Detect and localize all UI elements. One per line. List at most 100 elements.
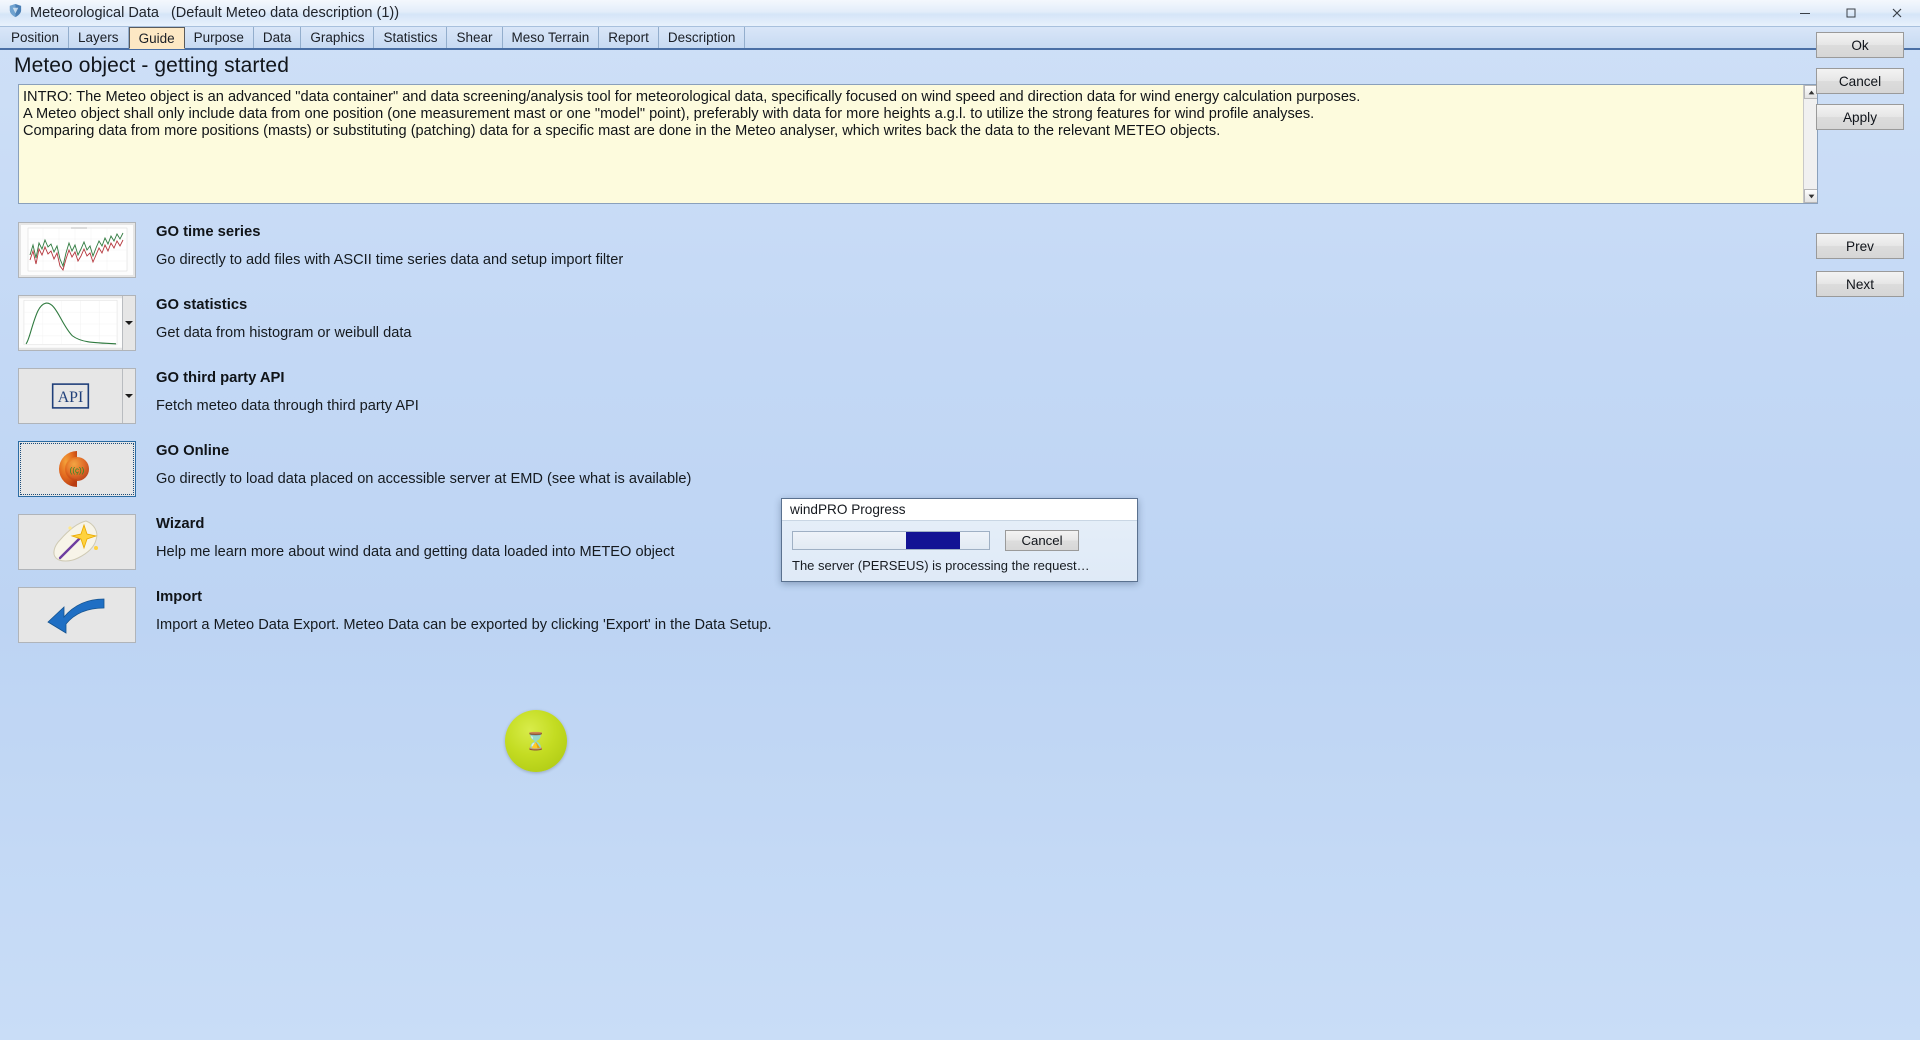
option-title: GO time series (156, 224, 261, 240)
tab-label: Report (608, 30, 649, 45)
cancel-button[interactable]: Cancel (1816, 68, 1904, 94)
dialog-action-buttons: Ok Cancel Apply (1816, 32, 1912, 140)
intro-textbox[interactable]: INTRO: The Meteo object is an advanced "… (18, 84, 1818, 204)
dialog-nav-buttons: Prev Next (1816, 233, 1912, 309)
next-button[interactable]: Next (1816, 271, 1904, 297)
progress-bar (792, 531, 990, 550)
apply-button-label: Apply (1842, 109, 1877, 125)
intro-line: Comparing data from more positions (mast… (23, 123, 1221, 140)
page-title: Meteo object - getting started (14, 54, 289, 77)
tab-position[interactable]: Position (2, 27, 70, 48)
weibull-curve-icon[interactable] (18, 295, 136, 351)
option-text-block: GO time series Go directly to add files … (156, 218, 623, 268)
option-text-block: GO statistics Get data from histogram or… (156, 291, 412, 341)
svg-text:API: API (58, 389, 84, 406)
cancel-button-label: Cancel (1838, 73, 1882, 89)
option-go-time-series[interactable]: GO time series Go directly to add files … (18, 218, 1118, 291)
option-description: Fetch meteo data through third party API (156, 398, 419, 414)
option-go-third-party-api[interactable]: API GO third party API Fetch meteo data … (18, 364, 1118, 437)
option-description: Get data from histogram or weibull data (156, 325, 412, 341)
window-title-bar: Meteorological Data (Default Meteo data … (0, 0, 1920, 27)
progress-bar-chunk (906, 532, 960, 549)
progress-status-text: The server (PERSEUS) is processing the r… (792, 558, 1090, 573)
prev-button-label: Prev (1846, 238, 1874, 254)
option-thumbnail-wrap[interactable] (18, 587, 136, 643)
window-subtitle: (Default Meteo data description (1)) (170, 5, 400, 21)
tab-graphics[interactable]: Graphics (301, 27, 375, 48)
intro-vertical-scrollbar[interactable] (1803, 85, 1817, 203)
chevron-down-icon (125, 394, 133, 398)
api-box-icon[interactable]: API (18, 368, 136, 424)
option-text-block: Import Import a Meteo Data Export. Meteo… (156, 583, 772, 633)
option-import[interactable]: Import Import a Meteo Data Export. Meteo… (18, 583, 1118, 656)
tab-label: Data (262, 30, 292, 45)
option-dropdown-button[interactable] (122, 296, 135, 350)
prev-button[interactable]: Prev (1816, 233, 1904, 259)
option-thumbnail-wrap[interactable]: API (18, 368, 136, 424)
tab-bar: Position Layers Guide Purpose Data Graph… (0, 27, 1920, 50)
apply-button[interactable]: Apply (1816, 104, 1904, 130)
tab-label: Purpose (193, 30, 244, 45)
close-icon[interactable] (1874, 0, 1920, 26)
tab-report[interactable]: Report (599, 27, 659, 48)
busy-indicator: ⌛ (505, 710, 567, 772)
progress-dialog-title: windPRO Progress (782, 499, 1137, 521)
progress-dialog-body: Cancel (782, 521, 1137, 551)
tab-layers[interactable]: Layers (69, 27, 129, 48)
option-thumbnail-wrap[interactable] (18, 222, 136, 278)
intro-line: A Meteo object shall only include data f… (23, 106, 1315, 123)
windpro-shield-icon (8, 3, 23, 23)
next-button-label: Next (1846, 276, 1874, 292)
tab-label: Guide (138, 30, 175, 46)
tab-label: Layers (78, 30, 119, 45)
tab-label: Shear (456, 30, 493, 45)
tab-label: Meso Terrain (511, 30, 590, 45)
time-series-chart-icon[interactable] (18, 222, 136, 278)
tab-label: Statistics (383, 30, 438, 45)
tab-shear[interactable]: Shear (447, 27, 503, 48)
option-go-statistics[interactable]: GO statistics Get data from histogram or… (18, 291, 1118, 364)
maximize-icon[interactable] (1828, 0, 1874, 26)
option-text-block: GO Online Go directly to load data place… (156, 437, 691, 487)
magic-wand-icon[interactable] (18, 514, 136, 570)
option-thumbnail-wrap[interactable] (18, 514, 136, 570)
option-thumbnail-wrap[interactable] (18, 295, 136, 351)
svg-text:((ç)): ((ç)) (70, 466, 85, 475)
chevron-down-icon[interactable] (1804, 189, 1817, 203)
guide-options-list: GO time series Go directly to add files … (18, 218, 1118, 656)
tab-data[interactable]: Data (254, 27, 302, 48)
option-title: GO Online (156, 443, 230, 459)
hourglass-icon: ⌛ (525, 731, 547, 751)
option-description: Go directly to load data placed on acces… (156, 471, 692, 487)
option-description: Import a Meteo Data Export. Meteo Data c… (156, 617, 772, 633)
window-title: Meteorological Data (30, 5, 159, 21)
tab-label: Description (667, 30, 736, 45)
option-dropdown-button[interactable] (122, 369, 135, 423)
tab-label: Graphics (310, 30, 365, 45)
option-title: Import (156, 589, 203, 605)
import-arrow-icon[interactable] (18, 587, 136, 643)
option-text-block: Wizard Help me learn more about wind dat… (156, 510, 674, 560)
tab-purpose[interactable]: Purpose (185, 27, 254, 48)
option-title: Wizard (156, 516, 205, 532)
tab-statistics[interactable]: Statistics (374, 27, 448, 48)
progress-dialog: windPRO Progress Cancel The server (PERS… (781, 498, 1138, 582)
progress-cancel-label: Cancel (1021, 533, 1063, 548)
tab-label: Position (11, 30, 60, 45)
option-title: GO statistics (156, 297, 248, 313)
tab-description[interactable]: Description (659, 27, 746, 48)
progress-cancel-button[interactable]: Cancel (1005, 530, 1079, 551)
option-title: GO third party API (156, 370, 285, 386)
tab-meso-terrain[interactable]: Meso Terrain (503, 27, 600, 48)
intro-line: INTRO: The Meteo object is an advanced "… (23, 89, 1361, 105)
ok-button[interactable]: Ok (1816, 32, 1904, 58)
option-text-block: GO third party API Fetch meteo data thro… (156, 364, 419, 414)
online-broadcast-icon[interactable]: ((ç)) (18, 441, 136, 497)
intro-text-content: INTRO: The Meteo object is an advanced "… (19, 85, 1817, 141)
tab-guide[interactable]: Guide (128, 27, 185, 49)
minimize-icon[interactable] (1782, 0, 1828, 26)
option-description: Go directly to add files with ASCII time… (156, 252, 624, 268)
option-description: Help me learn more about wind data and g… (156, 544, 675, 560)
ok-button-label: Ok (1851, 37, 1869, 53)
option-thumbnail-wrap[interactable]: ((ç)) (18, 441, 136, 497)
